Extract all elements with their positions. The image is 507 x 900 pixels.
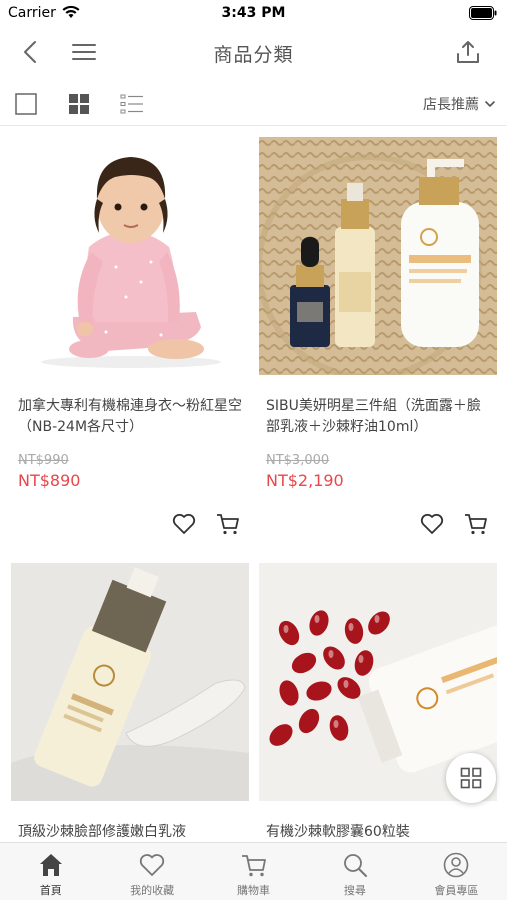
product-original-price: NT$990 — [18, 453, 69, 468]
sort-label: 店長推薦 — [423, 97, 479, 113]
floating-layout-button[interactable] — [446, 753, 496, 803]
cart-icon — [465, 514, 487, 535]
user-icon — [444, 852, 469, 878]
tab-favorites[interactable]: 我的收藏 — [101, 843, 202, 900]
single-view-icon[interactable] — [14, 92, 38, 116]
tab-search[interactable]: 搜尋 — [304, 843, 405, 900]
home-icon — [39, 854, 62, 876]
favorite-button[interactable] — [419, 511, 445, 537]
grid-outline-icon — [460, 767, 482, 789]
product-card[interactable]: 頂級沙棘臉部修護嫩白乳液 — [11, 563, 249, 864]
tab-label: 首頁 — [39, 884, 62, 897]
tab-label: 會員專區 — [434, 884, 479, 897]
cart-icon — [241, 855, 266, 877]
tab-label: 購物車 — [237, 884, 271, 897]
sort-dropdown[interactable]: 店長推薦 — [423, 94, 495, 114]
chevron-down-icon — [485, 100, 495, 107]
navigation-bar: 商品分類 — [0, 28, 507, 76]
heart-icon — [139, 854, 165, 876]
add-to-cart-button[interactable] — [215, 511, 241, 537]
product-image-sibu-set[interactable] — [259, 137, 497, 375]
battery-icon — [469, 6, 497, 20]
tab-label: 搜尋 — [343, 884, 366, 897]
grid-view-icon[interactable] — [67, 92, 91, 116]
product-image-face-cream[interactable] — [11, 563, 249, 801]
tab-home[interactable]: 首頁 — [0, 843, 101, 900]
status-time: 3:43 PM — [221, 5, 286, 21]
product-card[interactable]: 有機沙棘軟膠囊60粒裝 — [259, 563, 497, 864]
tab-member[interactable]: 會員專區 — [406, 843, 507, 900]
tab-label: 我的收藏 — [130, 884, 175, 897]
product-card[interactable]: SIBU美妍明星三件組（洗面露＋臉部乳液＋沙棘籽油10ml） NT$3,000 … — [259, 137, 497, 535]
product-price: NT$2,190 — [266, 471, 344, 490]
list-view-icon[interactable] — [120, 92, 144, 116]
product-price: NT$890 — [18, 471, 81, 490]
product-image-baby-onesie[interactable] — [11, 137, 249, 375]
product-name[interactable]: SIBU美妍明星三件組（洗面露＋臉部乳液＋沙棘籽油10ml） — [259, 396, 497, 438]
view-toolbar: 店長推薦 — [0, 82, 507, 126]
bottom-tab-bar: 首頁 我的收藏 購物車 搜尋 會員專區 — [0, 842, 507, 900]
product-original-price: NT$3,000 — [266, 453, 330, 468]
status-bar: Carrier 3:43 PM — [0, 0, 507, 28]
page-title: 商品分類 — [213, 44, 294, 66]
heart-icon — [420, 513, 444, 534]
share-icon — [457, 41, 479, 63]
search-icon — [344, 854, 367, 877]
share-button[interactable] — [452, 36, 484, 68]
add-to-cart-button[interactable] — [463, 511, 489, 537]
cart-icon — [217, 514, 239, 535]
favorite-button[interactable] — [171, 511, 197, 537]
heart-icon — [172, 513, 196, 534]
product-card[interactable]: 加拿大專利有機棉連身衣～粉紅星空（NB-24M各尺寸） NT$990 NT$89… — [11, 137, 249, 535]
tab-cart[interactable]: 購物車 — [203, 843, 304, 900]
product-name[interactable]: 加拿大專利有機棉連身衣～粉紅星空（NB-24M各尺寸） — [11, 396, 249, 438]
